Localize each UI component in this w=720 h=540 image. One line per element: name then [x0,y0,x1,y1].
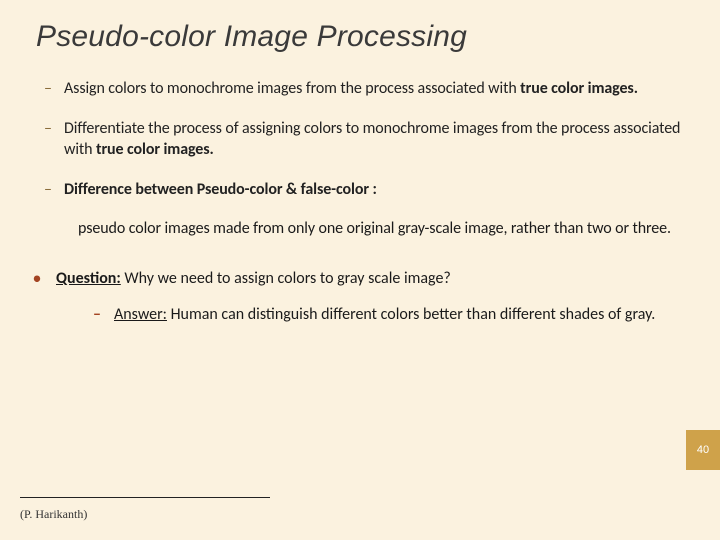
sub-paragraph: pseudo color images made from only one o… [78,218,690,240]
question-label: Question: [56,269,121,288]
answer-label: Answer: [114,305,167,324]
question-body: Why we need to assign colors to gray sca… [121,269,451,288]
text-bold: true color images. [520,79,638,98]
answer-body: Human can distinguish different colors b… [167,305,655,324]
horizontal-rule [20,497,270,498]
bullet-item-3: – Difference between Pseudo-color & fals… [42,179,690,201]
bullet-icon: • [30,268,44,290]
slide-title: Pseudo-color Image Processing [36,20,690,54]
attribution: (P. Harikanth) [20,507,87,522]
bullet-text-3: Difference between Pseudo-color & false-… [64,179,690,201]
answer-text: Answer: Human can distinguish different … [114,304,690,326]
bullet-item-2: – Differentiate the process of assigning… [42,118,690,161]
page-number-badge: 40 [686,430,720,470]
dash-icon: – [42,78,54,100]
question-line: • Question: Why we need to assign colors… [30,268,690,290]
slide: Pseudo-color Image Processing – Assign c… [0,0,720,540]
dash-icon: – [90,304,104,326]
dash-icon: – [42,179,54,201]
dash-icon: – [42,118,54,161]
bullet-text-2: Differentiate the process of assigning c… [64,118,690,161]
bullet-item-1: – Assign colors to monochrome images fro… [42,78,690,100]
question-text: Question: Why we need to assign colors t… [56,268,690,290]
text-bold: true color images. [96,140,214,159]
bullet-text-1: Assign colors to monochrome images from … [64,78,690,100]
text-part: Assign colors to monochrome images from … [64,79,520,98]
answer-line: – Answer: Human can distinguish differen… [90,304,690,326]
